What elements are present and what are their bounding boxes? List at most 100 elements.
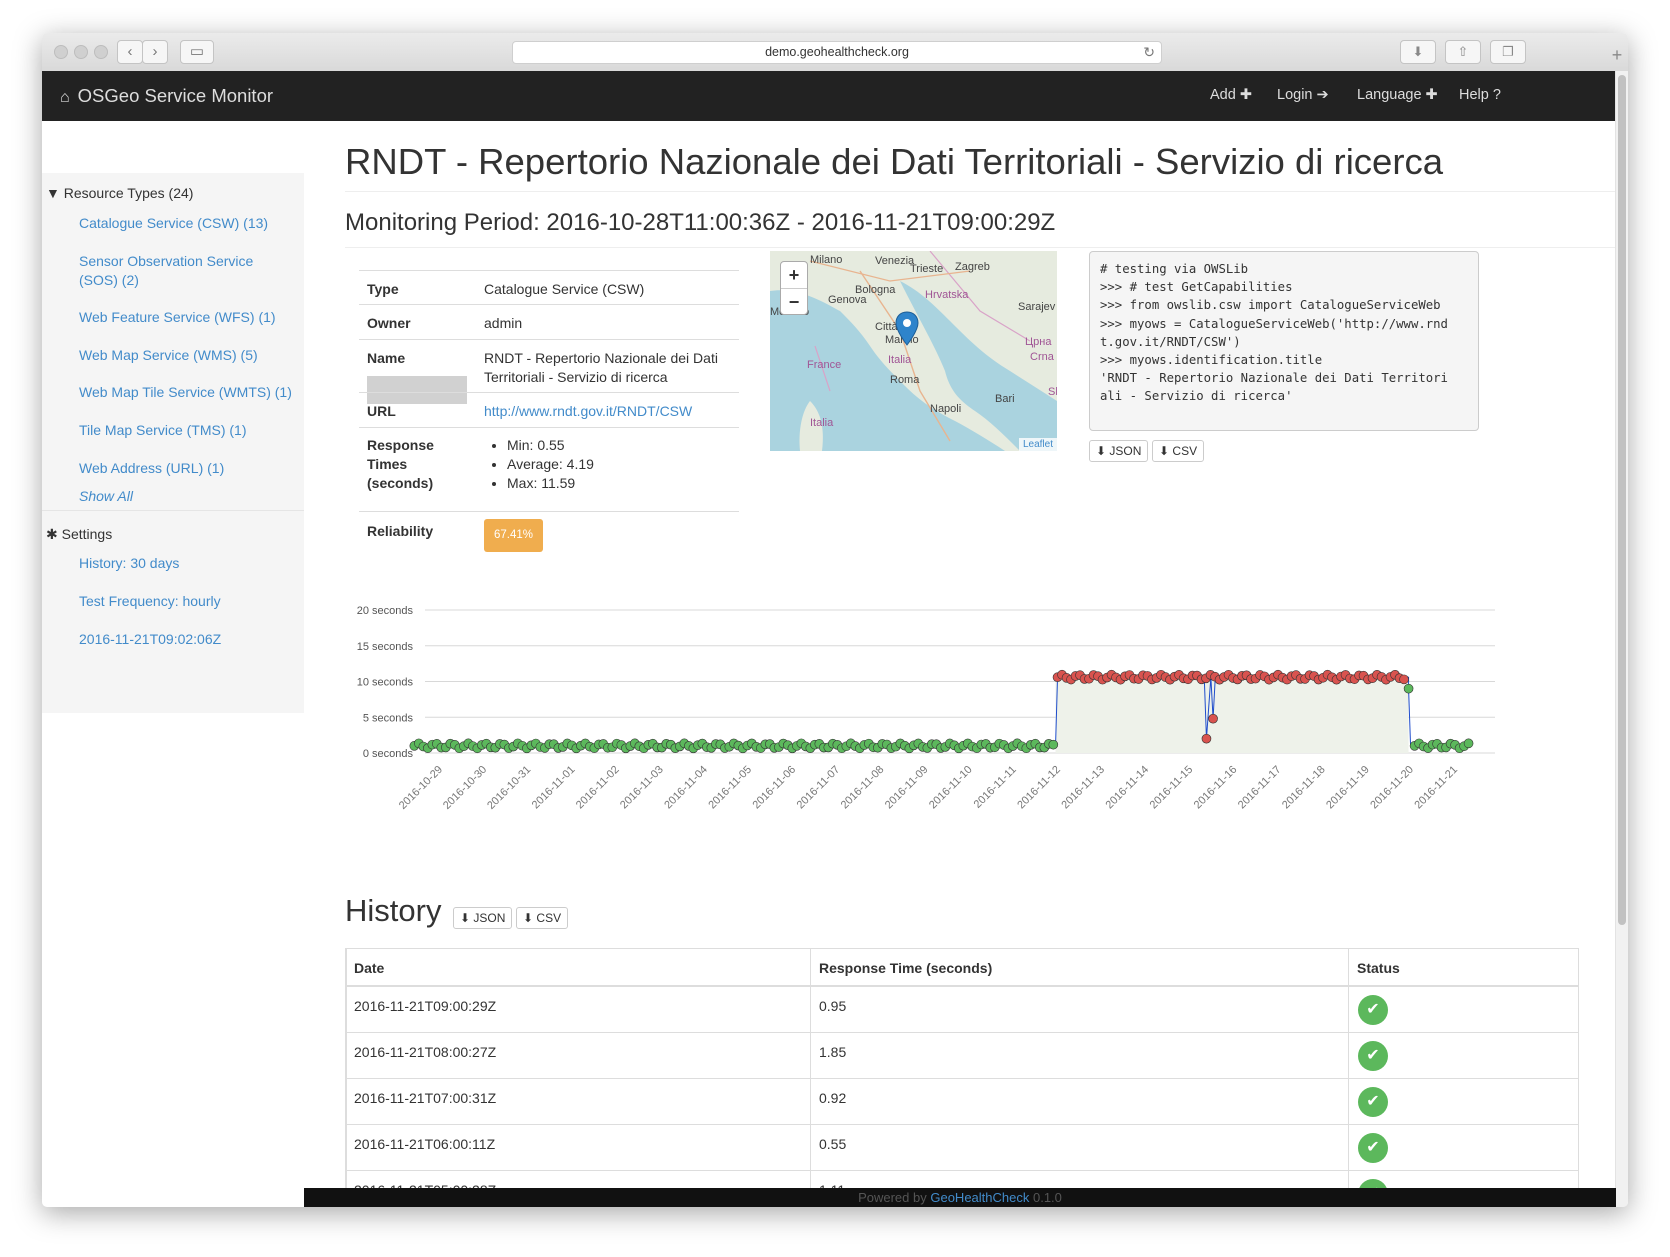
share-icon[interactable]: ⇧ [1445, 40, 1481, 64]
x-tick-label: 2016-11-07 [795, 764, 843, 812]
sidebar-item-sos[interactable]: Sensor Observation Service (SOS) (2) [79, 252, 294, 290]
table-border [1348, 949, 1349, 1207]
browser-window: ‹ › ▭ demo.geohealthcheck.org ↻ ⬇ ⇧ ❐ + … [42, 33, 1628, 1207]
reload-icon[interactable]: ↻ [1143, 42, 1155, 63]
sidebar-item-wfs[interactable]: Web Feature Service (WFS) (1) [79, 308, 294, 327]
y-tick-label: 20 seconds [357, 605, 414, 617]
x-tick-label: 2016-11-11 [972, 764, 1019, 811]
scrollbar-thumb[interactable] [1618, 75, 1626, 925]
location-map[interactable]: Milano Venezia Trieste Zagreb Bologna Ge… [770, 251, 1057, 451]
zoom-in-button[interactable]: + [781, 262, 807, 289]
y-tick-label: 5 seconds [363, 712, 414, 724]
nav-add-label: Add [1210, 87, 1236, 103]
new-tab-icon[interactable]: + [1606, 45, 1628, 71]
row-date: 2016-11-21T07:00:31Z [354, 1090, 497, 1106]
code-line: >>> myows.identification.title [1100, 353, 1323, 368]
code-line: 'RNDT - Repertorio Nazionale dei Dati Te… [1100, 371, 1448, 386]
sidebar-item-tms[interactable]: Tile Map Service (TMS) (1) [79, 421, 294, 440]
sidebar-toggle-icon[interactable]: ▭ [180, 40, 214, 64]
nav-language[interactable]: Language ✚ [1357, 87, 1438, 103]
brand-link[interactable]: ⌂ OSGeo Service Monitor [60, 85, 273, 107]
name-value: RNDT - Repertorio Nazionale dei Dati Ter… [484, 350, 718, 385]
row-date: 2016-11-21T09:00:29Z [354, 998, 497, 1014]
name-label: Name [367, 350, 406, 366]
tabs-icon[interactable]: ❐ [1490, 40, 1526, 64]
address-bar[interactable]: demo.geohealthcheck.org ↻ [512, 41, 1162, 64]
map-marker-icon[interactable] [894, 311, 920, 347]
data-point [1463, 738, 1474, 749]
footer-link[interactable]: GeoHealthCheck [930, 1190, 1029, 1205]
type-value: Catalogue Service (CSW) [484, 281, 645, 297]
back-button[interactable]: ‹ [117, 40, 143, 64]
owslib-code-block: # testing via OWSLib >>> # test GetCapabi… [1089, 251, 1479, 431]
sidebar-item-wmts[interactable]: Web Map Tile Service (WMTS) (1) [79, 383, 294, 402]
table-row: 2016-11-21T07:00:31Z 0.92 ✔ [346, 1078, 1578, 1125]
map-label: Crna [1030, 351, 1054, 363]
reliability-label: Reliability [367, 523, 434, 539]
close-window-button[interactable] [54, 45, 68, 59]
map-label: Venezia [875, 255, 915, 267]
history-json-button[interactable]: ⬇ JSON [453, 907, 513, 929]
nav-login[interactable]: Login ➔ [1277, 87, 1329, 103]
filter-icon: ▼ [46, 185, 60, 201]
x-tick-label: 2016-11-04 [662, 764, 710, 812]
zoom-window-button[interactable] [94, 45, 108, 59]
map-label: Црна [1025, 336, 1052, 348]
resource-types-heading[interactable]: ▼ Resource Types (24) [46, 185, 193, 201]
table-header: Date Response Time (seconds) Status [346, 949, 1578, 985]
x-tick-label: 2016-11-08 [839, 764, 887, 812]
download-icon: ⬇ [1096, 444, 1107, 458]
info-row-type: Type Catalogue Service (CSW) [359, 270, 739, 305]
owner-value: admin [484, 315, 523, 331]
sidebar-item-csw[interactable]: Catalogue Service (CSW) (13) [79, 214, 294, 233]
forward-button[interactable]: › [142, 40, 168, 64]
download-icon[interactable]: ⬇ [1400, 40, 1436, 64]
x-tick-label: 2016-11-18 [1280, 764, 1328, 812]
sidebar-item-url[interactable]: Web Address (URL) (1) [79, 459, 294, 478]
info-row-response: Response Times (seconds) Min: 0.55 Avera… [359, 427, 739, 512]
response-max: Max: 11.59 [507, 474, 719, 493]
fail-area [1055, 677, 1409, 753]
code-csv-button[interactable]: ⬇ CSV [1152, 440, 1205, 462]
url-link[interactable]: http://www.rndt.gov.it/RNDT/CSW [484, 402, 734, 421]
type-label: Type [367, 281, 399, 297]
nav-help[interactable]: Help ? [1459, 87, 1501, 103]
browser-titlebar: ‹ › ▭ demo.geohealthcheck.org ↻ ⬇ ⇧ ❐ + [42, 33, 1628, 72]
x-tick-label: 2016-11-09 [883, 764, 931, 812]
table-row: 2016-11-21T08:00:27Z 1.85 ✔ [346, 1032, 1578, 1079]
setting-history[interactable]: History: 30 days [79, 554, 294, 573]
history-json-label: JSON [473, 911, 506, 925]
setting-frequency[interactable]: Test Frequency: hourly [79, 592, 294, 611]
x-tick-label: 2016-11-12 [1015, 764, 1063, 812]
info-row-owner: Owner admin [359, 304, 739, 340]
plus-icon: ✚ [1239, 87, 1252, 103]
sidebar-item-wms[interactable]: Web Map Service (WMS) (5) [79, 346, 294, 365]
table-border [810, 949, 811, 1207]
footer-prefix: Powered by [858, 1190, 927, 1205]
x-tick-label: 2016-11-14 [1104, 764, 1152, 812]
zoom-out-button[interactable]: − [781, 289, 807, 315]
map-label: Napoli [930, 403, 962, 415]
map-label: Bari [995, 393, 1015, 405]
minimize-window-button[interactable] [74, 45, 88, 59]
check-circle-icon: ✔ [1358, 1087, 1388, 1117]
map-label: Hrvatska [925, 289, 969, 301]
data-point [1208, 713, 1218, 724]
show-all-link[interactable]: Show All [79, 487, 294, 506]
page-scrollbar[interactable] [1615, 71, 1628, 1207]
map-label: Milano [810, 254, 843, 266]
info-row-reliability: Reliability 67.41% [359, 511, 739, 560]
nav-add[interactable]: Add ✚ [1210, 87, 1252, 103]
code-line: >>> myows = CatalogueServiceWeb('http://… [1100, 316, 1448, 331]
chart-svg: 0 seconds 5 seconds 10 seconds 15 seconds 20… [357, 605, 1495, 812]
setting-last-run[interactable]: 2016-11-21T09:02:06Z [79, 630, 294, 649]
code-json-button[interactable]: ⬇ JSON [1089, 440, 1149, 462]
map-attribution[interactable]: Leaflet [1018, 438, 1057, 451]
history-csv-button[interactable]: ⬇ CSV [516, 907, 569, 929]
x-tick-label: 2016-10-31 [485, 764, 533, 812]
title-divider [345, 191, 1615, 192]
response-values: Min: 0.55 Average: 4.19 Max: 11.59 [469, 436, 719, 493]
response-label-line: Response [367, 437, 434, 453]
page-title: RNDT - Repertorio Nazionale dei Dati Ter… [345, 141, 1444, 182]
y-tick-label: 0 seconds [363, 748, 414, 760]
